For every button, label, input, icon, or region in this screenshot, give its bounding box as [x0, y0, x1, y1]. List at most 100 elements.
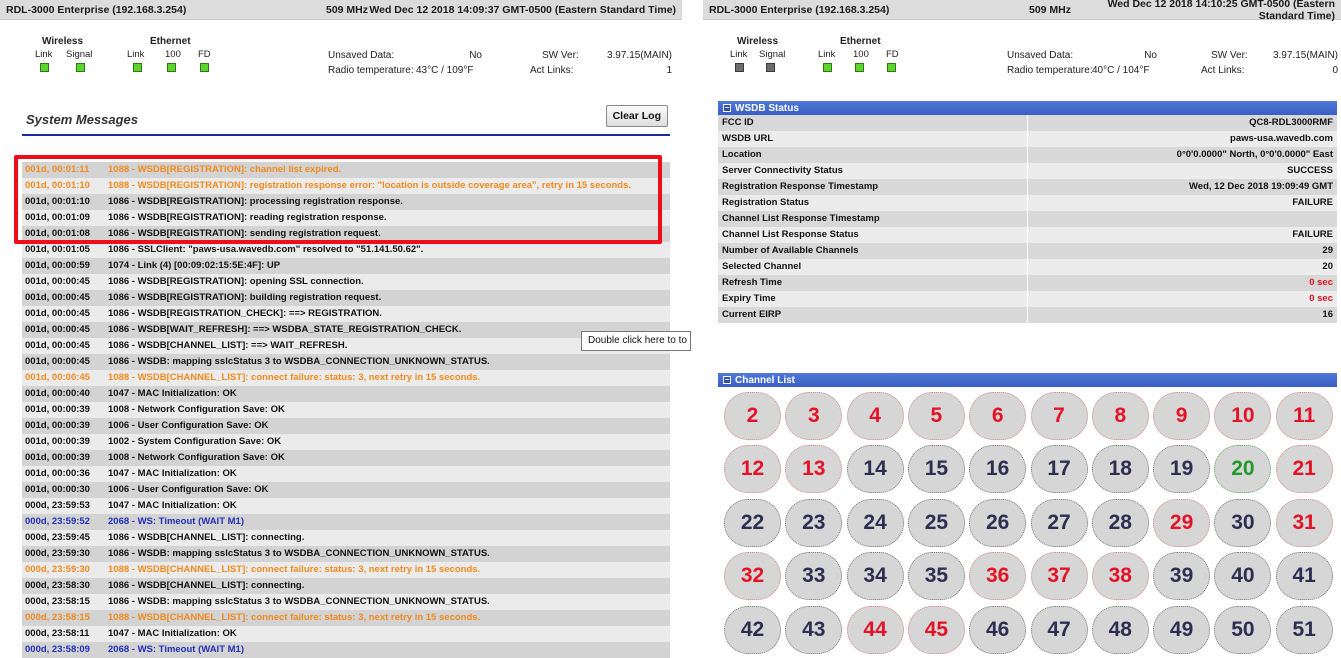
log-row[interactable]: 001d, 00:00:36 1047 - MAC Initialization:…	[22, 466, 670, 482]
channel-button[interactable]: 18	[1091, 445, 1149, 494]
channel-button[interactable]: 32	[724, 552, 781, 601]
wsdb-key: Number of Available Channels	[722, 245, 859, 256]
log-row[interactable]: 001d, 00:00:45 1086 - WSDB[REGISTRATION]:…	[22, 274, 670, 290]
log-row[interactable]: 001d, 00:01:10 1086 - WSDB[REGISTRATION]:…	[22, 194, 670, 210]
log-row[interactable]: 001d, 00:01:09 1086 - WSDB[REGISTRATION]:…	[22, 210, 670, 226]
wsdb-status-bar[interactable]: − WSDB Status	[718, 101, 1337, 115]
sw-ver-value: 3.97.15(MAIN)	[606, 50, 672, 61]
log-row[interactable]: 001d, 00:00:59 1074 - Link (4) [00:09:02:…	[22, 258, 670, 274]
log-row[interactable]: 001d, 00:01:11 1088 - WSDB[REGISTRATION]:…	[22, 162, 670, 178]
log-row[interactable]: 001d, 00:00:39 1002 - System Configuratio…	[22, 434, 670, 450]
log-row[interactable]: 000d, 23:58:30 1086 - WSDB[CHANNEL_LIST]:…	[22, 578, 670, 594]
log-row[interactable]: 000d, 23:59:45 1086 - WSDB[CHANNEL_LIST]:…	[22, 530, 670, 546]
log-message: 1086 - WSDB[REGISTRATION]: opening SSL c…	[108, 276, 364, 287]
collapse-icon[interactable]: −	[723, 104, 731, 112]
channel-button[interactable]: 44	[846, 605, 904, 654]
channel-button[interactable]: 37	[1030, 552, 1088, 601]
log-row[interactable]: 001d, 00:00:45 1086 - WSDB[REGISTRATION_C…	[22, 306, 670, 322]
log-time: 001d, 00:00:59	[25, 260, 90, 271]
channel-button[interactable]: 50	[1214, 605, 1272, 654]
log-row[interactable]: 000d, 23:59:53 1047 - MAC Initialization:…	[22, 498, 670, 514]
channel-button[interactable]: 40	[1214, 552, 1272, 601]
channel-button[interactable]: 24	[846, 498, 904, 547]
channel-button[interactable]: 17	[1030, 445, 1088, 494]
channel-button[interactable]: 5	[907, 392, 965, 440]
channel-button[interactable]: 42	[724, 605, 781, 654]
log-row[interactable]: 001d, 00:01:08 1086 - WSDB[REGISTRATION]:…	[22, 226, 670, 242]
collapse-icon[interactable]: −	[723, 376, 731, 384]
log-row[interactable]: 001d, 00:01:05 1086 - SSLClient: "paws-us…	[22, 242, 670, 258]
channel-button[interactable]: 22	[724, 498, 781, 547]
channel-button[interactable]: 7	[1030, 392, 1088, 440]
channel-button[interactable]: 4	[846, 392, 904, 440]
channel-button[interactable]: 35	[907, 552, 965, 601]
channel-button[interactable]: 30	[1214, 498, 1272, 547]
channel-button[interactable]: 20	[1214, 445, 1272, 494]
channel-button[interactable]: 21	[1275, 445, 1333, 494]
log-row[interactable]: 001d, 00:00:30 1006 - User Configuration …	[22, 482, 670, 498]
channel-button[interactable]: 11	[1275, 392, 1333, 440]
log-row[interactable]: 000d, 23:59:30 1088 - WSDB[CHANNEL_LIST]:…	[22, 562, 670, 578]
log-row[interactable]: 001d, 00:00:39 1008 - Network Configurati…	[22, 450, 670, 466]
log-time: 001d, 00:01:05	[25, 244, 90, 255]
channel-button[interactable]: 38	[1091, 552, 1149, 601]
channel-button[interactable]: 19	[1153, 445, 1211, 494]
log-row[interactable]: 001d, 00:00:39 1008 - Network Configurati…	[22, 402, 670, 418]
channel-button[interactable]: 34	[846, 552, 904, 601]
ethernet-100-led	[167, 63, 176, 72]
wsdb-row: Current EIRP 16	[718, 307, 1337, 323]
log-row[interactable]: 001d, 00:00:40 1047 - MAC Initialization:…	[22, 386, 670, 402]
channel-button[interactable]: 43	[785, 605, 843, 654]
wsdb-key: Location	[722, 149, 762, 160]
channel-button[interactable]: 14	[846, 445, 904, 494]
channel-button[interactable]: 15	[907, 445, 965, 494]
ethernet-label: Ethernet	[150, 36, 191, 47]
channel-button[interactable]: 23	[785, 498, 843, 547]
log-row[interactable]: 000d, 23:59:30 1086 - WSDB: mapping sslcS…	[22, 546, 670, 562]
channel-button[interactable]: 29	[1153, 498, 1211, 547]
channel-button[interactable]: 12	[724, 445, 781, 494]
channel-button[interactable]: 33	[785, 552, 843, 601]
log-row[interactable]: 001d, 00:00:45 1086 - WSDB[REGISTRATION]:…	[22, 290, 670, 306]
channel-list-bar[interactable]: − Channel List	[718, 373, 1337, 387]
channel-button[interactable]: 48	[1091, 605, 1149, 654]
log-row[interactable]: 001d, 00:00:39 1006 - User Configuration …	[22, 418, 670, 434]
clear-log-button[interactable]: Clear Log	[605, 105, 668, 127]
log-table[interactable]: 001d, 00:01:11 1088 - WSDB[REGISTRATION]:…	[22, 162, 670, 658]
log-row[interactable]: 000d, 23:58:09 2068 - WS: Timeout (WAIT M…	[22, 642, 670, 658]
channel-button[interactable]: 9	[1153, 392, 1211, 440]
log-row[interactable]: 000d, 23:58:11 1047 - MAC Initialization:…	[22, 626, 670, 642]
channel-button[interactable]: 51	[1275, 605, 1333, 654]
channel-grid: 2 3 4 5 6 7 8 9 10 11 12 13 14 15 16 17 18 19 20 21 22 23 24 25…	[718, 388, 1337, 658]
channel-button[interactable]: 49	[1153, 605, 1211, 654]
log-row[interactable]: 001d, 00:00:45 1086 - WSDB[CHANNEL_LIST]:…	[22, 338, 670, 354]
channel-button[interactable]: 46	[969, 605, 1027, 654]
log-row[interactable]: 000d, 23:59:52 2068 - WS: Timeout (WAIT M…	[22, 514, 670, 530]
channel-button[interactable]: 39	[1153, 552, 1211, 601]
log-row[interactable]: 000d, 23:58:15 1088 - WSDB[CHANNEL_LIST]:…	[22, 610, 670, 626]
channel-button[interactable]: 3	[785, 392, 843, 440]
log-row[interactable]: 001d, 00:00:45 1086 - WSDB[WAIT_REFRESH]:…	[22, 322, 670, 338]
channel-button[interactable]: 25	[907, 498, 965, 547]
channel-button[interactable]: 6	[969, 392, 1027, 440]
channel-button[interactable]: 36	[969, 552, 1027, 601]
channel-button[interactable]: 26	[969, 498, 1027, 547]
log-row[interactable]: 001d, 00:00:45 1088 - WSDB[CHANNEL_LIST]:…	[22, 370, 670, 386]
channel-button[interactable]: 31	[1275, 498, 1333, 547]
channel-button[interactable]: 45	[907, 605, 965, 654]
channel-button[interactable]: 28	[1091, 498, 1149, 547]
channel-button[interactable]: 13	[785, 445, 843, 494]
channel-button[interactable]: 8	[1091, 392, 1149, 440]
channel-button[interactable]: 27	[1030, 498, 1088, 547]
wsdb-row: Refresh Time 0 sec	[718, 275, 1337, 291]
channel-button[interactable]: 47	[1030, 605, 1088, 654]
log-time: 001d, 00:00:40	[25, 388, 90, 399]
channel-button[interactable]: 10	[1214, 392, 1272, 440]
channel-button[interactable]: 41	[1275, 552, 1333, 601]
log-message: 1006 - User Configuration Save: OK	[108, 420, 269, 431]
log-row[interactable]: 001d, 00:01:10 1088 - WSDB[REGISTRATION]:…	[22, 178, 670, 194]
channel-button[interactable]: 16	[969, 445, 1027, 494]
log-row[interactable]: 001d, 00:00:45 1086 - WSDB: mapping sslcS…	[22, 354, 670, 370]
log-row[interactable]: 000d, 23:58:15 1086 - WSDB: mapping sslcS…	[22, 594, 670, 610]
channel-button[interactable]: 2	[724, 392, 781, 440]
